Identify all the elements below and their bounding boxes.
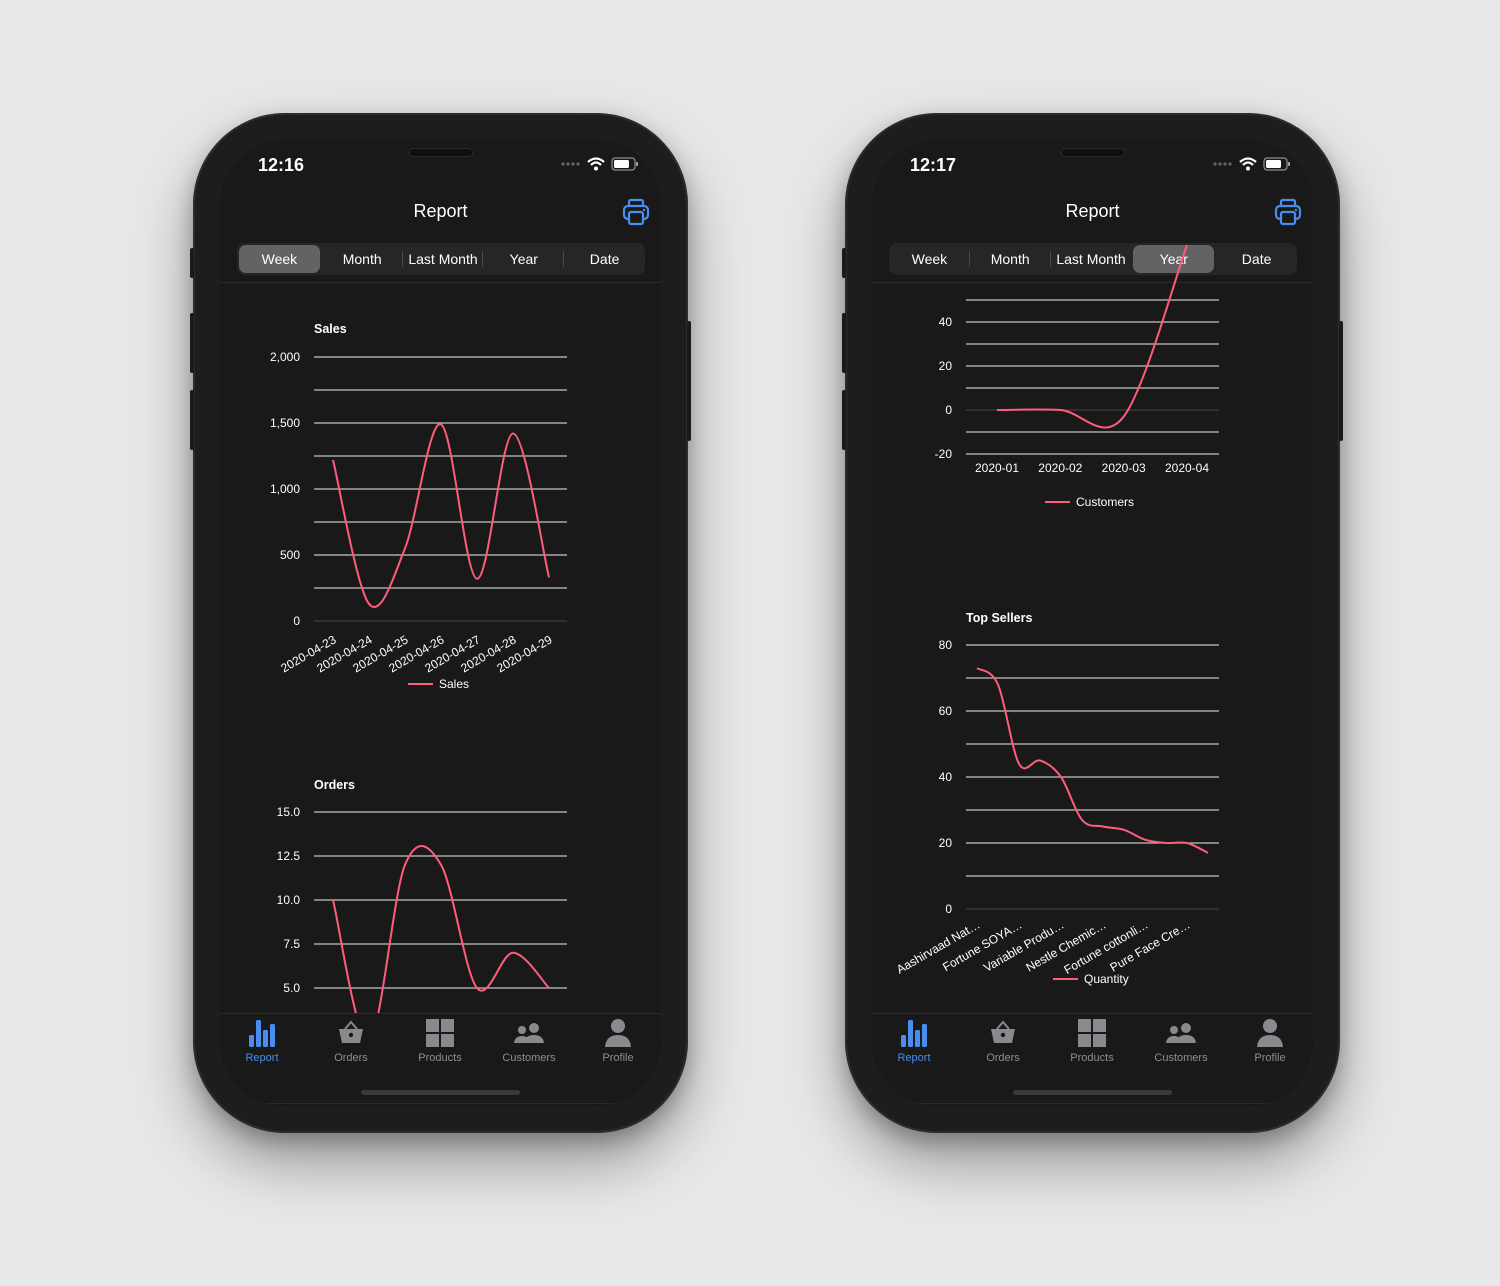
bottom-edge xyxy=(250,1103,631,1104)
x-tick-label: 2020-03 xyxy=(1102,461,1146,475)
tab-products[interactable]: Products xyxy=(1052,1018,1132,1064)
y-tick-label: -20 xyxy=(935,447,953,461)
basket-icon xyxy=(311,1018,391,1048)
people-icon xyxy=(489,1018,569,1048)
y-tick-label: 2,000 xyxy=(270,350,300,364)
bar-chart-icon xyxy=(222,1018,302,1048)
side-button xyxy=(190,248,194,278)
charts-area[interactable]: -20 0 20 40 2020-01 2020-02 2020-03 2020-04 Cust… xyxy=(872,140,1313,1013)
tab-label: Products xyxy=(1070,1052,1114,1064)
tab-profile[interactable]: Profile xyxy=(578,1018,658,1064)
people-icon xyxy=(1141,1018,1221,1048)
charts-area[interactable]: 05001,0001,5002,000Sales2020-04-232020-0… xyxy=(220,140,661,1013)
tab-label: Customers xyxy=(1154,1052,1208,1064)
person-icon xyxy=(1230,1018,1310,1048)
series-line xyxy=(976,667,1209,854)
tab-orders[interactable]: Orders xyxy=(963,1018,1043,1064)
y-tick-label: 0 xyxy=(945,403,952,417)
tab-profile[interactable]: Profile xyxy=(1230,1018,1310,1064)
tab-label: Report xyxy=(897,1052,931,1064)
tab-label: Profile xyxy=(602,1052,634,1064)
tab-customers[interactable]: Customers xyxy=(1141,1018,1221,1064)
tab-products[interactable]: Products xyxy=(400,1018,480,1064)
y-tick-label: 80 xyxy=(939,638,953,652)
tab-label: Products xyxy=(418,1052,462,1064)
tab-report[interactable]: Report xyxy=(874,1018,954,1064)
tab-customers[interactable]: Customers xyxy=(489,1018,569,1064)
line-chart: 5.0 7.5 10.0 12.5 15.0 Orders xyxy=(277,778,567,1013)
tab-label: Orders xyxy=(334,1052,368,1064)
grid-icon xyxy=(400,1018,480,1048)
home-indicator[interactable] xyxy=(361,1090,520,1095)
y-tick-label: 0 xyxy=(945,902,952,916)
y-tick-label: 5.0 xyxy=(283,981,300,995)
y-tick-label: 7.5 xyxy=(283,937,300,951)
tab-label: Report xyxy=(245,1052,279,1064)
y-tick-label: 0 xyxy=(293,614,300,628)
screen: 12:16 Report Week Month Last Month Year Date 0… xyxy=(220,140,661,1106)
tab-label: Profile xyxy=(1254,1052,1286,1064)
home-indicator[interactable] xyxy=(1013,1090,1172,1095)
series-line xyxy=(332,423,550,608)
line-chart: 05001,0001,5002,000Sales2020-04-232020-0… xyxy=(270,322,567,691)
bar-chart-icon xyxy=(874,1018,954,1048)
power-button xyxy=(687,321,691,441)
side-button xyxy=(190,390,194,450)
side-button xyxy=(190,313,194,373)
tab-label: Orders xyxy=(986,1052,1020,1064)
phone-left: 12:16 Report Week Month Last Month Year Date 0… xyxy=(193,113,688,1133)
y-tick-label: 60 xyxy=(939,704,953,718)
basket-icon xyxy=(963,1018,1043,1048)
y-tick-label: 15.0 xyxy=(277,805,301,819)
x-tick-label: 2020-04 xyxy=(1165,461,1209,475)
line-chart: 020406080Top SellersAashirvaad Nat…Fortu… xyxy=(894,611,1219,986)
y-tick-label: 20 xyxy=(939,836,953,850)
x-tick-label: 2020-02 xyxy=(1038,461,1082,475)
y-tick-label: 1,000 xyxy=(270,482,300,496)
side-button xyxy=(842,390,846,450)
y-tick-label: 20 xyxy=(939,359,953,373)
side-button xyxy=(842,248,846,278)
screen: 12:17 Report Week Month Last Month Year Date -… xyxy=(872,140,1313,1106)
phone-right: 12:17 Report Week Month Last Month Year Date -… xyxy=(845,113,1340,1133)
legend-label: Sales xyxy=(439,677,469,691)
chart-title: Top Sellers xyxy=(966,611,1033,625)
y-tick-label: 500 xyxy=(280,548,300,562)
tab-label: Customers xyxy=(502,1052,556,1064)
y-tick-label: 10.0 xyxy=(277,893,301,907)
chart-title: Orders xyxy=(314,778,355,792)
line-chart: -20 0 20 40 2020-01 2020-02 2020-03 2020-04 Cust… xyxy=(935,244,1219,509)
y-tick-label: 1,500 xyxy=(270,416,300,430)
bottom-edge xyxy=(902,1103,1283,1104)
tab-orders[interactable]: Orders xyxy=(311,1018,391,1064)
grid-icon xyxy=(1052,1018,1132,1048)
y-tick-label: 40 xyxy=(939,770,953,784)
series-line xyxy=(996,244,1188,429)
legend-label: Quantity xyxy=(1084,972,1129,986)
power-button xyxy=(1339,321,1343,441)
x-tick-label: 2020-01 xyxy=(975,461,1019,475)
legend-label: Customers xyxy=(1076,495,1134,509)
chart-title: Sales xyxy=(314,322,347,336)
y-tick-label: 40 xyxy=(939,315,953,329)
tab-report[interactable]: Report xyxy=(222,1018,302,1064)
person-icon xyxy=(578,1018,658,1048)
y-tick-label: 12.5 xyxy=(277,849,301,863)
side-button xyxy=(842,313,846,373)
